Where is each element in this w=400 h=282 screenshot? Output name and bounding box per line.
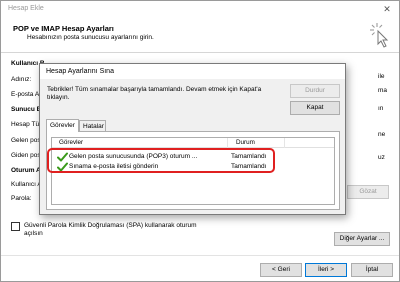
tab-tasks[interactable]: Görevler [46, 119, 79, 132]
column-divider [284, 138, 285, 148]
browse-button[interactable]: Gözat [347, 185, 389, 199]
next-button[interactable]: İleri > [305, 263, 347, 277]
wizard-header: POP ve IMAP Hesap Ayarları Hesabınızın p… [1, 17, 399, 53]
footer-divider [1, 255, 399, 256]
cursor-click-icon [370, 23, 389, 48]
right-glimpse-5: uz [378, 154, 385, 161]
page-subtitle: Hesabınızın posta sunucusu ayarlarını gi… [27, 34, 154, 41]
column-divider [227, 138, 228, 148]
name-label: Adınız: [11, 76, 32, 83]
right-glimpse-3: ın [378, 105, 384, 112]
more-settings-button[interactable]: Diğer Ayarlar ... [334, 232, 390, 246]
window-title: Hesap Ekle [8, 5, 44, 12]
dialog-title: Hesap Ayarlarını Sına [46, 68, 114, 75]
login-section-label: Oturum A [11, 167, 41, 174]
dialog-titlebar: Hesap Ayarlarını Sına [40, 64, 345, 79]
spa-checkbox-label-line2: açılsın [24, 230, 43, 237]
column-status[interactable]: Durum [236, 139, 255, 146]
dialog-message: Tebrikler! Tüm sınamalar başarıyla tamam… [47, 86, 262, 101]
stop-button[interactable]: Durdur [290, 84, 340, 98]
account-type-label: Hesap Tür [11, 121, 42, 128]
back-button[interactable]: < Geri [260, 263, 302, 277]
right-glimpse-2: ma [378, 87, 388, 94]
page-title: POP ve IMAP Hesap Ayarları [13, 24, 114, 33]
cancel-button[interactable]: İptal [351, 263, 393, 277]
outgoing-server-label: Giden pos [11, 152, 41, 159]
incoming-server-label: Gelen pos [11, 137, 41, 144]
close-icon[interactable]: ✕ [377, 2, 397, 16]
password-label: Parola: [11, 195, 32, 202]
right-glimpse-4: ne [378, 131, 386, 138]
window-titlebar: Hesap Ekle ✕ [1, 1, 399, 17]
highlight-annotation [47, 148, 275, 173]
close-dialog-button[interactable]: Kapat [290, 101, 340, 115]
list-header: Görevler Durum [52, 138, 334, 148]
username-label: Kullanıcı A [11, 181, 42, 188]
spa-checkbox[interactable] [11, 222, 20, 231]
right-glimpse-1: ile [378, 73, 385, 80]
test-account-settings-dialog: Hesap Ayarlarını Sına Tebrikler! Tüm sın… [39, 63, 346, 215]
column-tasks[interactable]: Görevler [59, 139, 83, 146]
spa-checkbox-label: Güvenli Parola Kimlik Doğrulaması (SPA) … [24, 222, 197, 229]
